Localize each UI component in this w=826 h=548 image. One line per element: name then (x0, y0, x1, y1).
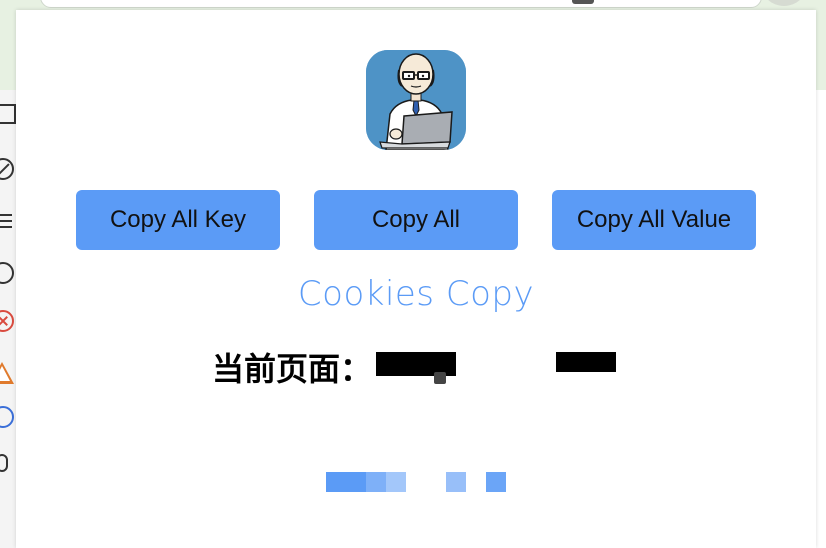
pixel-gap (466, 472, 486, 492)
panel-icon[interactable] (0, 104, 16, 124)
profile-avatar[interactable] (760, 0, 808, 6)
developer-with-laptop-icon (366, 50, 466, 150)
pixel-gap (406, 472, 446, 492)
list-icon[interactable] (0, 214, 12, 228)
pixel-block (386, 472, 406, 492)
copy-all-value-button[interactable]: Copy All Value (552, 190, 756, 250)
pixel-block (446, 472, 466, 492)
copy-all-key-button[interactable]: Copy All Key (76, 190, 280, 250)
warning-icon[interactable] (0, 362, 14, 384)
address-bar[interactable] (40, 0, 762, 8)
redaction-block (434, 372, 447, 384)
pixel-block (366, 472, 386, 492)
app-title: Cookies Copy (297, 274, 535, 314)
current-page-url-redacted (376, 346, 626, 388)
bug-icon[interactable] (0, 454, 8, 472)
extension-popup: Copy All Key Copy All Copy All Value Coo… (16, 10, 816, 548)
current-page-label: 当前页面： (212, 350, 373, 388)
copy-all-button[interactable]: Copy All (314, 190, 518, 250)
pixel-block (326, 472, 366, 492)
pixel-block (486, 472, 506, 492)
pixelated-content (326, 472, 506, 492)
redaction-block (556, 352, 617, 372)
toolbar-icon[interactable] (572, 0, 594, 4)
current-page-row: 当前页面： (212, 346, 626, 388)
